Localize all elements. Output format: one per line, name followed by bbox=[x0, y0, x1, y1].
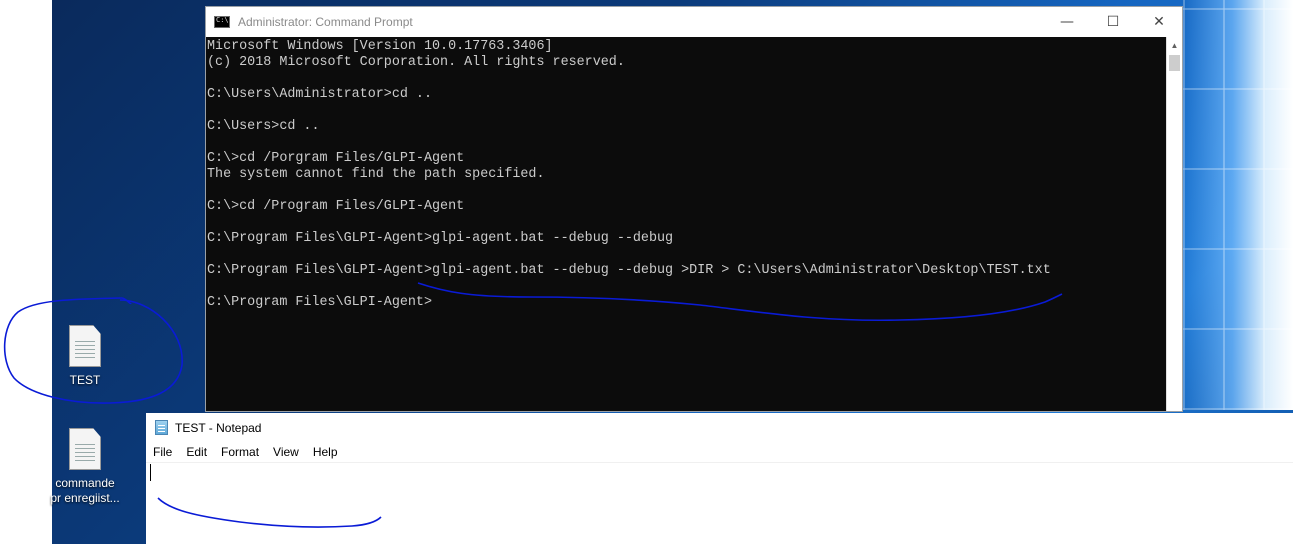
desktop-icon-commande[interactable]: commande pr enregiist... bbox=[45, 428, 125, 506]
console-line: The system cannot find the path specifie… bbox=[207, 167, 545, 182]
maximize-icon: ☐ bbox=[1106, 14, 1120, 30]
scroll-up-arrow-icon[interactable]: ▲ bbox=[1167, 37, 1182, 53]
desktop-icon-label: TEST bbox=[69, 373, 101, 387]
menu-format[interactable]: Format bbox=[214, 445, 266, 459]
cmd-window-title: Administrator: Command Prompt bbox=[238, 15, 413, 29]
notepad-window-title: TEST - Notepad bbox=[175, 420, 262, 435]
cmd-scrollbar[interactable]: ▲ bbox=[1166, 37, 1182, 411]
scrollbar-thumb[interactable] bbox=[1169, 55, 1180, 71]
console-line: Microsoft Windows [Version 10.0.17763.34… bbox=[207, 39, 553, 54]
console-app-icon bbox=[214, 16, 230, 28]
console-line: (c) 2018 Microsoft Corporation. All righ… bbox=[207, 55, 625, 70]
menu-view[interactable]: View bbox=[266, 445, 306, 459]
minimize-button[interactable]: — bbox=[1044, 7, 1090, 37]
notepad-app-icon bbox=[155, 420, 168, 435]
desktop-icon-test[interactable]: TEST bbox=[45, 325, 125, 387]
console-line: C:\Users>cd .. bbox=[207, 119, 320, 134]
console-line: C:\>cd /Program Files/GLPI-Agent bbox=[207, 199, 465, 214]
console-line: C:\Program Files\GLPI-Agent> bbox=[207, 295, 432, 310]
console-line: C:\Users\Administrator>cd .. bbox=[207, 87, 432, 102]
menu-edit[interactable]: Edit bbox=[179, 445, 214, 459]
desktop-icon-label-line2: pr enregiist... bbox=[50, 491, 120, 505]
text-file-icon bbox=[69, 428, 101, 470]
console-output[interactable]: Microsoft Windows [Version 10.0.17763.34… bbox=[206, 37, 1166, 411]
notepad-menubar: File Edit Format View Help bbox=[146, 442, 1293, 463]
notepad-titlebar[interactable]: TEST - Notepad bbox=[146, 413, 1293, 442]
wallpaper-grid bbox=[1183, 0, 1293, 410]
menu-file[interactable]: File bbox=[146, 445, 179, 459]
notepad-text-area[interactable] bbox=[146, 462, 1293, 544]
close-icon: ✕ bbox=[1153, 14, 1165, 30]
notepad-window[interactable]: TEST - Notepad File Edit Format View Hel… bbox=[146, 413, 1293, 544]
menu-help[interactable]: Help bbox=[306, 445, 345, 459]
close-button[interactable]: ✕ bbox=[1136, 7, 1182, 37]
command-prompt-window[interactable]: Administrator: Command Prompt — ☐ ✕ Micr… bbox=[205, 6, 1183, 412]
cmd-titlebar[interactable]: Administrator: Command Prompt — ☐ ✕ bbox=[206, 7, 1182, 37]
maximize-button[interactable]: ☐ bbox=[1090, 7, 1136, 37]
text-file-icon bbox=[69, 325, 101, 367]
console-line: C:\Program Files\GLPI-Agent>glpi-agent.b… bbox=[207, 231, 674, 246]
cmd-window-controls: — ☐ ✕ bbox=[1044, 7, 1182, 37]
desktop-icon-label-line1: commande bbox=[55, 476, 115, 490]
minimize-icon: — bbox=[1060, 14, 1074, 30]
console-line: C:\Program Files\GLPI-Agent>glpi-agent.b… bbox=[207, 263, 1051, 278]
text-caret bbox=[150, 464, 151, 481]
console-line: C:\>cd /Porgram Files/GLPI-Agent bbox=[207, 151, 465, 166]
